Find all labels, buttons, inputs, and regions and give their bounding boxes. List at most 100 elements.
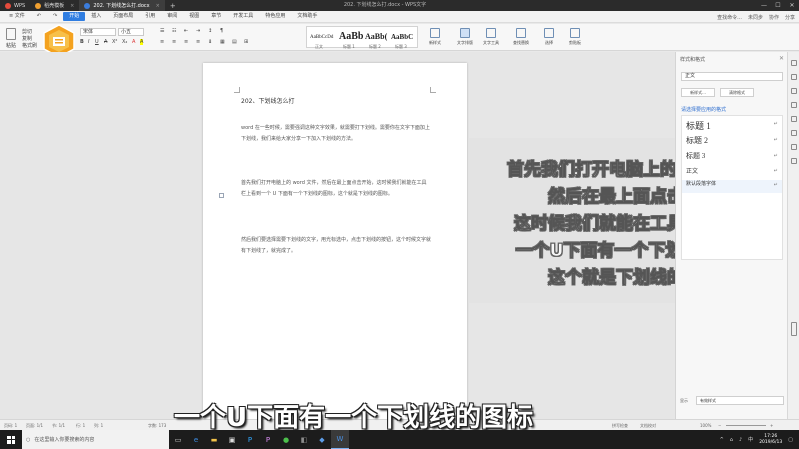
search-command[interactable]: 查找命令... bbox=[717, 14, 742, 21]
menu-view[interactable]: 视图 bbox=[183, 12, 205, 21]
style-item-h1[interactable]: 标题 1 ↵ bbox=[682, 119, 782, 132]
clear-format-button[interactable]: 清除格式 bbox=[720, 88, 754, 97]
format-painter-button[interactable]: 格式刷 bbox=[22, 42, 37, 49]
input-language[interactable]: 中 bbox=[748, 436, 753, 443]
wechat-icon[interactable]: ● bbox=[277, 430, 295, 449]
indent-decrease-icon[interactable]: ⇤ bbox=[184, 28, 188, 34]
border-icon[interactable]: ▦ bbox=[220, 39, 225, 45]
menu-review[interactable]: 审阅 bbox=[161, 12, 183, 21]
sync-status[interactable]: 未同步 bbox=[748, 14, 763, 21]
align-right-icon[interactable]: ≡ bbox=[184, 39, 188, 45]
tab-wps[interactable]: WPS bbox=[0, 0, 30, 11]
minimize-button[interactable]: — bbox=[757, 0, 771, 11]
app-icon[interactable]: ◧ bbox=[295, 430, 313, 449]
italic-icon[interactable]: I bbox=[88, 39, 89, 45]
menu-section[interactable]: 章节 bbox=[205, 12, 227, 21]
tab-docer[interactable]: 稻壳模板 × bbox=[30, 0, 79, 11]
new-tab-button[interactable]: + bbox=[165, 2, 181, 10]
paste-icon[interactable] bbox=[6, 28, 16, 40]
collab-button[interactable]: 协作 bbox=[769, 14, 779, 21]
menu-reference[interactable]: 引用 bbox=[139, 12, 161, 21]
bullet-list-icon[interactable]: ☰ bbox=[160, 28, 164, 34]
taskbar-search[interactable]: ○ 在这里输入你要搜索的内容 bbox=[22, 430, 169, 449]
style-item-normal[interactable]: 正文 ↵ bbox=[682, 166, 782, 179]
style-sample-h2[interactable]: AaBb( bbox=[365, 32, 387, 41]
style-item-h2[interactable]: 标题 2 ↵ bbox=[682, 135, 782, 148]
zoom-in-icon[interactable]: + bbox=[770, 423, 773, 428]
tab-document[interactable]: 202. 下划线怎么打.docx × bbox=[79, 0, 165, 11]
pointer-icon[interactable] bbox=[791, 74, 797, 80]
redo-icon[interactable]: ↷ bbox=[47, 12, 63, 21]
menu-dev-tools[interactable]: 开发工具 bbox=[227, 12, 259, 21]
style-sample-h3[interactable]: AaBbC bbox=[391, 33, 413, 41]
style-sample-h1[interactable]: AaBb bbox=[339, 31, 363, 42]
grip-icon[interactable] bbox=[791, 322, 797, 336]
shapes-icon[interactable] bbox=[791, 88, 797, 94]
share-icon[interactable] bbox=[791, 144, 797, 150]
spell-check-toggle[interactable]: 拼写检查 bbox=[612, 423, 628, 429]
new-style-button[interactable]: 新样式 bbox=[424, 28, 446, 46]
menu-file[interactable]: ≡ 文件 bbox=[3, 12, 31, 21]
justify-icon[interactable]: ≡ bbox=[196, 39, 200, 45]
task-view-icon[interactable]: ▭ bbox=[169, 430, 187, 449]
shading-icon[interactable]: ▤ bbox=[232, 39, 237, 45]
chevron-up-icon[interactable]: ^ bbox=[720, 437, 724, 443]
store-icon[interactable]: ▣ bbox=[223, 430, 241, 449]
file-explorer-icon[interactable]: ▬ bbox=[205, 430, 223, 449]
number-list-icon[interactable]: ☷ bbox=[172, 28, 176, 34]
close-icon[interactable]: × bbox=[156, 3, 160, 9]
table-icon[interactable]: ⊞ bbox=[244, 39, 248, 45]
show-marks-icon[interactable]: ¶ bbox=[220, 28, 223, 34]
align-left-icon[interactable]: ≡ bbox=[160, 39, 164, 45]
close-window-button[interactable]: ✕ bbox=[785, 0, 799, 11]
backup-icon[interactable] bbox=[791, 130, 797, 136]
align-center-icon[interactable]: ≡ bbox=[172, 39, 176, 45]
volume-icon[interactable]: ♪ bbox=[739, 437, 742, 443]
style-sample-normal[interactable]: AaBbCcDd bbox=[310, 35, 333, 40]
share-button[interactable]: 分享 bbox=[785, 14, 795, 21]
cut-button[interactable]: 剪切 bbox=[22, 28, 32, 35]
close-icon[interactable]: ✕ bbox=[779, 55, 784, 62]
copy-button[interactable]: 复制 bbox=[22, 35, 32, 42]
text-toolbox-button[interactable]: 文字排版 bbox=[454, 28, 476, 46]
app-icon-2[interactable]: ◆ bbox=[313, 430, 331, 449]
font-color-icon[interactable]: A bbox=[132, 39, 135, 45]
new-style-pane-button[interactable]: 新样式... bbox=[681, 88, 715, 97]
maximize-button[interactable]: ☐ bbox=[771, 0, 785, 11]
select-button[interactable]: 选择 bbox=[538, 28, 560, 46]
bold-icon[interactable]: B bbox=[80, 39, 84, 45]
highlight-icon[interactable]: A bbox=[140, 39, 144, 45]
current-style-field[interactable]: 正文 bbox=[681, 72, 783, 81]
zoom-slider[interactable] bbox=[726, 425, 766, 426]
superscript-icon[interactable]: X² bbox=[112, 39, 117, 45]
ps-icon[interactable]: P bbox=[241, 430, 259, 449]
clock[interactable]: 17:26 2019/6/13 bbox=[759, 434, 782, 446]
style-item-h3[interactable]: 标题 3 ↵ bbox=[682, 151, 782, 164]
line-spacing-icon[interactable]: ↨ bbox=[208, 39, 212, 45]
underline-icon[interactable]: U bbox=[95, 39, 99, 45]
menu-page-layout[interactable]: 页面布局 bbox=[107, 12, 139, 21]
start-button[interactable] bbox=[0, 430, 22, 449]
menu-features[interactable]: 特色应用 bbox=[259, 12, 291, 21]
find-replace-button[interactable]: 查找替换 bbox=[510, 28, 532, 46]
document-page[interactable]: 202、下划线怎么打 word 在一些时候，需要强调这种文字效果，就需要打下划线… bbox=[203, 63, 467, 419]
network-icon[interactable]: ⌂ bbox=[730, 437, 733, 443]
strikethrough-icon[interactable]: A bbox=[104, 39, 107, 45]
wps-writer-icon[interactable]: W bbox=[331, 430, 349, 449]
menu-insert[interactable]: 插入 bbox=[85, 12, 107, 21]
style-item-default-font[interactable]: 默认段落字体 ↵ bbox=[682, 180, 782, 193]
menu-doc-assistant[interactable]: 文档助手 bbox=[291, 12, 323, 21]
notification-icon[interactable]: ▢ bbox=[788, 437, 793, 443]
close-icon[interactable]: × bbox=[70, 3, 74, 9]
indent-increase-icon[interactable]: ⇥ bbox=[196, 28, 200, 34]
doc-check-toggle[interactable]: 文档校对 bbox=[640, 423, 656, 429]
font-name-select[interactable]: 宋体 bbox=[80, 28, 116, 36]
subscript-icon[interactable]: X₂ bbox=[122, 39, 127, 45]
sort-icon[interactable]: ↕ bbox=[208, 28, 212, 34]
styles-pane-icon[interactable] bbox=[791, 60, 797, 66]
undo-icon[interactable]: ↶ bbox=[31, 12, 47, 21]
help-icon[interactable] bbox=[791, 158, 797, 164]
zoom-level[interactable]: 100% bbox=[700, 423, 711, 428]
library-icon[interactable] bbox=[791, 116, 797, 122]
zoom-out-icon[interactable]: − bbox=[718, 423, 721, 428]
